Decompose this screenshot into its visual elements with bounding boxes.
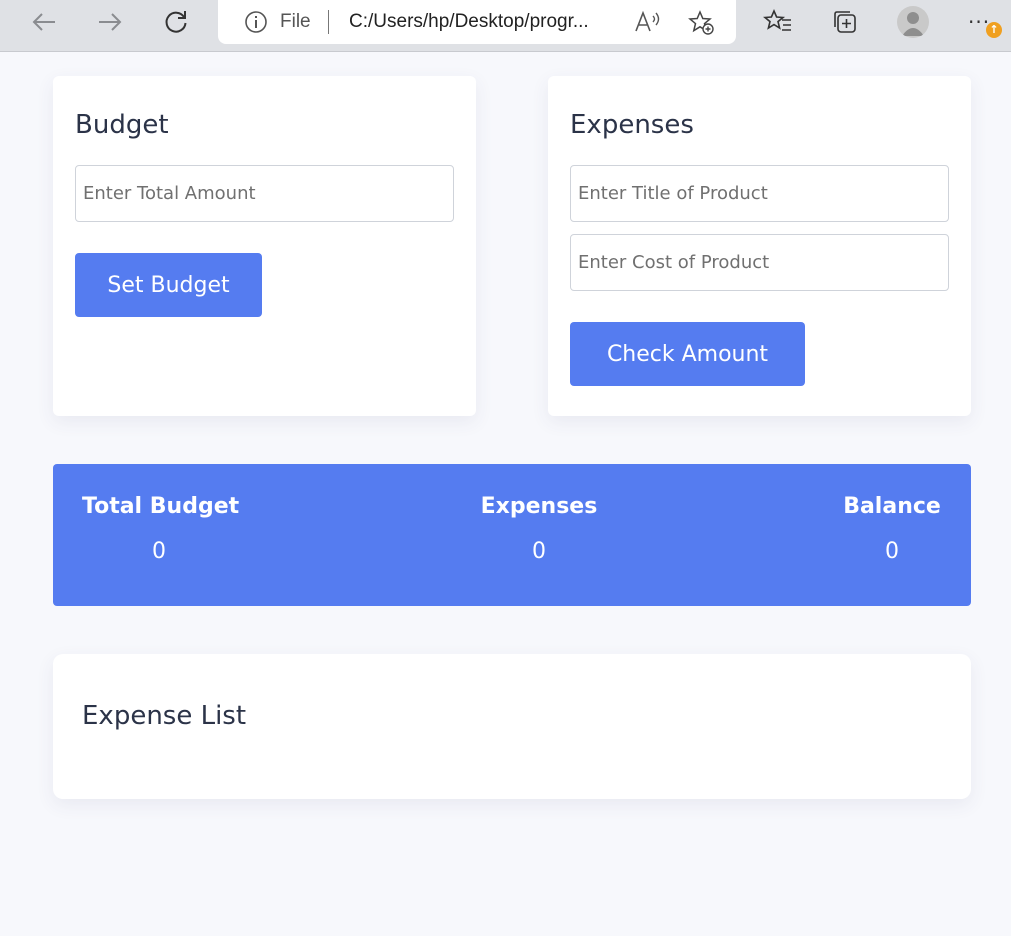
budget-title: Budget bbox=[75, 110, 169, 140]
arrow-right-icon bbox=[99, 13, 122, 31]
refresh-button[interactable] bbox=[156, 4, 196, 40]
update-badge: ↑ bbox=[986, 22, 1002, 38]
check-amount-button[interactable]: Check Amount bbox=[570, 322, 805, 386]
balance-column: Balance 0 bbox=[837, 494, 947, 564]
collections-button[interactable] bbox=[829, 6, 861, 38]
info-icon[interactable] bbox=[244, 10, 268, 34]
product-title-input[interactable] bbox=[570, 165, 949, 222]
user-icon bbox=[902, 12, 924, 36]
url-text[interactable]: C:/Users/hp/Desktop/progr... bbox=[349, 11, 589, 33]
collections-icon bbox=[834, 11, 856, 33]
total-budget-value: 0 bbox=[152, 539, 166, 564]
total-budget-column: Total Budget 0 bbox=[82, 494, 240, 564]
budget-card: Budget Set Budget bbox=[53, 76, 476, 416]
profile-avatar[interactable] bbox=[897, 6, 929, 38]
expenses-card: Expenses Check Amount bbox=[548, 76, 971, 416]
forward-button[interactable] bbox=[90, 4, 130, 40]
expense-list-card: Expense List bbox=[53, 654, 971, 799]
add-favorite-icon[interactable] bbox=[688, 9, 716, 37]
expense-list-title: Expense List bbox=[82, 701, 247, 731]
balance-value: 0 bbox=[885, 539, 899, 564]
total-budget-label: Total Budget bbox=[82, 494, 240, 519]
total-amount-input[interactable] bbox=[75, 165, 454, 222]
product-cost-input[interactable] bbox=[570, 234, 949, 291]
address-divider bbox=[328, 10, 329, 34]
read-aloud-icon[interactable] bbox=[634, 10, 662, 34]
balance-label: Balance bbox=[843, 494, 941, 519]
favorites-list-icon bbox=[763, 8, 791, 31]
expenses-column: Expenses 0 bbox=[477, 494, 601, 564]
expenses-total-label: Expenses bbox=[480, 494, 598, 519]
refresh-icon bbox=[165, 11, 187, 33]
expenses-total-value: 0 bbox=[532, 539, 546, 564]
address-bar[interactable]: File C:/Users/hp/Desktop/progr... bbox=[218, 0, 736, 44]
summary-panel: Total Budget 0 Expenses 0 Balance 0 bbox=[53, 464, 971, 606]
file-protocol-label: File bbox=[280, 11, 311, 32]
browser-toolbar: File C:/Users/hp/Desktop/progr... ··· ↑ bbox=[0, 0, 1011, 52]
set-budget-button[interactable]: Set Budget bbox=[75, 253, 262, 317]
favorites-button[interactable] bbox=[762, 6, 794, 38]
arrow-left-icon bbox=[32, 13, 55, 31]
back-button[interactable] bbox=[24, 4, 64, 40]
expenses-title: Expenses bbox=[570, 110, 694, 140]
